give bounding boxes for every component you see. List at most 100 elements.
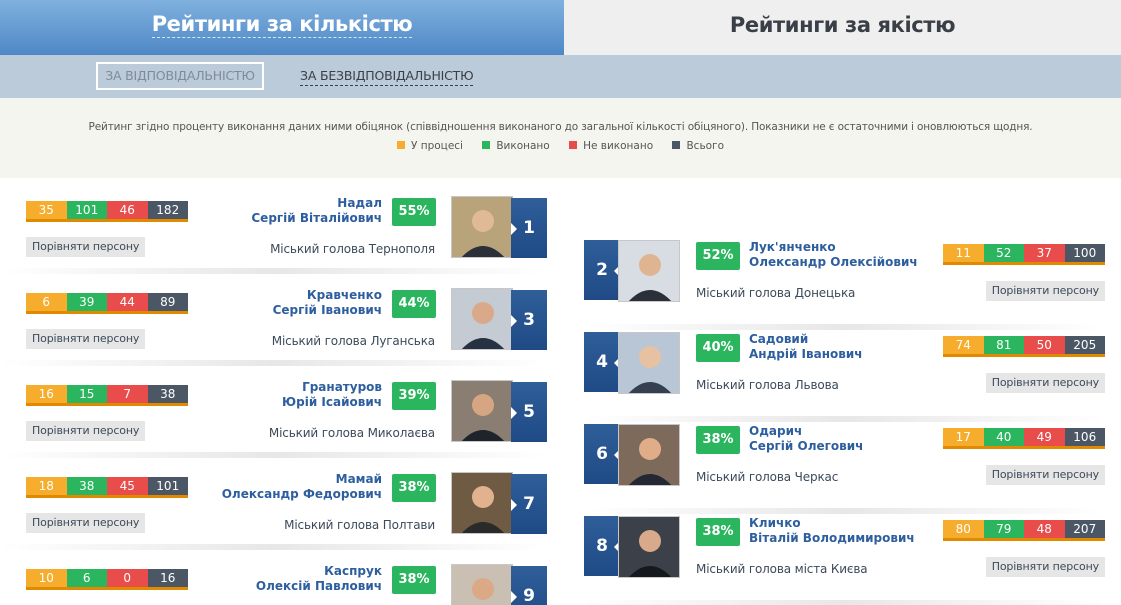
percent-badge: 38%: [696, 518, 740, 546]
person-surname[interactable]: Каспрук: [256, 564, 382, 579]
rating-card: 8 38% Кличко Віталій Володимирович Міськ…: [584, 514, 1105, 605]
person-surname[interactable]: Надал: [251, 196, 382, 211]
percent-badge: 38%: [392, 474, 436, 502]
tab-quantity[interactable]: Рейтинги за кількістю: [0, 0, 564, 55]
person-given-name[interactable]: Віталій Володимирович: [749, 531, 915, 546]
person-surname[interactable]: Одарич: [749, 424, 863, 439]
stats-bar: 80 79 48 207: [943, 520, 1105, 541]
photo-icon: [452, 381, 512, 441]
person-name[interactable]: Одарич Сергій Олегович: [749, 424, 863, 454]
compare-button[interactable]: Порівняти персону: [985, 465, 1105, 485]
person-surname[interactable]: Гранатуров: [282, 380, 382, 395]
person-surname[interactable]: Мамай: [222, 472, 382, 487]
rank-number: 9: [523, 586, 535, 605]
rating-card: 16 15 7 38 Порівняти персону Гранатуров …: [0, 366, 547, 458]
person-name[interactable]: Мамай Олександр Федорович: [222, 472, 382, 502]
compare-button[interactable]: Порівняти персону: [26, 329, 146, 349]
stat-total: 106: [1064, 428, 1105, 446]
subtabs: ЗА ВІДПОВІДАЛЬНІСТЮ ЗА БЕЗВІДПОВІДАЛЬНІС…: [0, 55, 1121, 98]
stats-bar: 17 40 49 106: [943, 428, 1105, 449]
subtab-responsibility[interactable]: ЗА ВІДПОВІДАЛЬНІСТЮ: [96, 62, 264, 90]
person-name[interactable]: Кличко Віталій Володимирович: [749, 516, 915, 546]
person-photo[interactable]: [618, 516, 680, 578]
subtab-irresponsibility[interactable]: ЗА БЕЗВІДПОВІДАЛЬНІСТЮ: [300, 67, 474, 86]
person-name[interactable]: Кравченко Сергій Іванович: [273, 288, 382, 318]
person-photo[interactable]: [451, 564, 513, 605]
stat-done: 81: [983, 336, 1024, 354]
rank-badge: 8: [584, 516, 620, 576]
person-name[interactable]: Садовий Андрій Іванович: [749, 332, 863, 362]
person-photo[interactable]: [451, 472, 513, 534]
compare-button[interactable]: Порівняти персону: [26, 513, 146, 533]
person-given-name[interactable]: Сергій Олегович: [749, 439, 863, 454]
stat-failed: 0: [107, 569, 148, 587]
rating-card: 2 52% Лук'янченко Олександр Олексійович …: [584, 238, 1105, 330]
info-text: Рейтинг згідно проценту виконання даних …: [88, 121, 1033, 133]
stats-bar: 16 15 7 38: [26, 385, 188, 406]
person-photo[interactable]: [451, 288, 513, 350]
rank-badge: 3: [511, 290, 547, 350]
photo-icon: [619, 425, 679, 485]
compare-button[interactable]: Порівняти персону: [985, 281, 1105, 301]
percent-badge: 38%: [392, 566, 436, 594]
rank-number: 3: [523, 310, 535, 330]
legend-swatch: [672, 141, 681, 149]
person-given-name[interactable]: Олексій Павлович: [256, 579, 382, 594]
compare-button[interactable]: Порівняти персону: [985, 373, 1105, 393]
person-name[interactable]: Каспрук Олексій Павлович: [256, 564, 382, 594]
stat-failed: 7: [107, 385, 148, 403]
person-photo[interactable]: [451, 196, 513, 258]
rank-badge: 6: [584, 424, 620, 484]
person-surname[interactable]: Лук'янченко: [749, 240, 918, 255]
legend-swatch: [482, 141, 491, 149]
person-given-name[interactable]: Олександр Федорович: [222, 487, 382, 502]
rank-number: 6: [596, 444, 608, 464]
person-position: Міський голова міста Києва: [696, 562, 868, 576]
legend: У процесі Виконано Не виконано Всього: [0, 140, 1121, 152]
legend-label: У процесі: [410, 140, 463, 152]
person-photo[interactable]: [451, 380, 513, 442]
person-given-name[interactable]: Юрій Ісайович: [282, 395, 382, 410]
person-given-name[interactable]: Сергій Віталійович: [251, 211, 382, 226]
rank-badge: 1: [511, 198, 547, 258]
person-given-name[interactable]: Андрій Іванович: [749, 347, 863, 362]
tab-quality-label[interactable]: Рейтинги за якістю: [730, 12, 956, 38]
percent-badge: 38%: [696, 426, 740, 454]
person-photo[interactable]: [618, 240, 680, 302]
person-name[interactable]: Гранатуров Юрій Ісайович: [282, 380, 382, 410]
stat-done: 79: [983, 520, 1024, 538]
stats-bar: 35 101 46 182: [26, 201, 188, 222]
stat-done: 39: [66, 293, 107, 311]
rank-badge: 9: [511, 566, 547, 605]
rating-card: 18 38 45 101 Порівняти персону Мамай Оле…: [0, 458, 547, 550]
tab-quantity-label[interactable]: Рейтинги за кількістю: [151, 11, 413, 38]
stat-done: 52: [983, 244, 1024, 262]
person-photo[interactable]: [618, 332, 680, 394]
person-name[interactable]: Лук'янченко Олександр Олексійович: [749, 240, 918, 270]
stat-in-progress: 11: [943, 244, 984, 262]
stat-failed: 49: [1024, 428, 1065, 446]
percent-badge: 52%: [696, 242, 740, 270]
rank-number: 1: [523, 218, 535, 238]
rating-tabs: Рейтинги за кількістю Рейтинги за якістю: [0, 0, 1121, 55]
person-photo[interactable]: [618, 424, 680, 486]
compare-button[interactable]: Порівняти персону: [26, 421, 146, 441]
person-surname[interactable]: Садовий: [749, 332, 863, 347]
stat-total: 205: [1064, 336, 1105, 354]
stat-done: 6: [66, 569, 107, 587]
person-surname[interactable]: Кличко: [749, 516, 915, 531]
stat-failed: 48: [1024, 520, 1065, 538]
person-given-name[interactable]: Сергій Іванович: [273, 303, 382, 318]
legend-swatch: [396, 141, 405, 149]
rating-card: 10 6 0 16 Каспрук Олексій Павлович 38% 9: [0, 550, 547, 605]
stats-bar: 18 38 45 101: [26, 477, 188, 498]
person-surname[interactable]: Кравченко: [273, 288, 382, 303]
person-name[interactable]: Надал Сергій Віталійович: [251, 196, 382, 226]
stat-in-progress: 6: [26, 293, 67, 311]
compare-button[interactable]: Порівняти персону: [26, 237, 146, 257]
person-position: Міський голова Миколаєва: [268, 426, 435, 440]
legend-label: Виконано: [496, 140, 550, 152]
compare-button[interactable]: Порівняти персону: [985, 557, 1105, 577]
tab-quality[interactable]: Рейтинги за якістю: [564, 0, 1121, 55]
person-given-name[interactable]: Олександр Олексійович: [749, 255, 918, 270]
